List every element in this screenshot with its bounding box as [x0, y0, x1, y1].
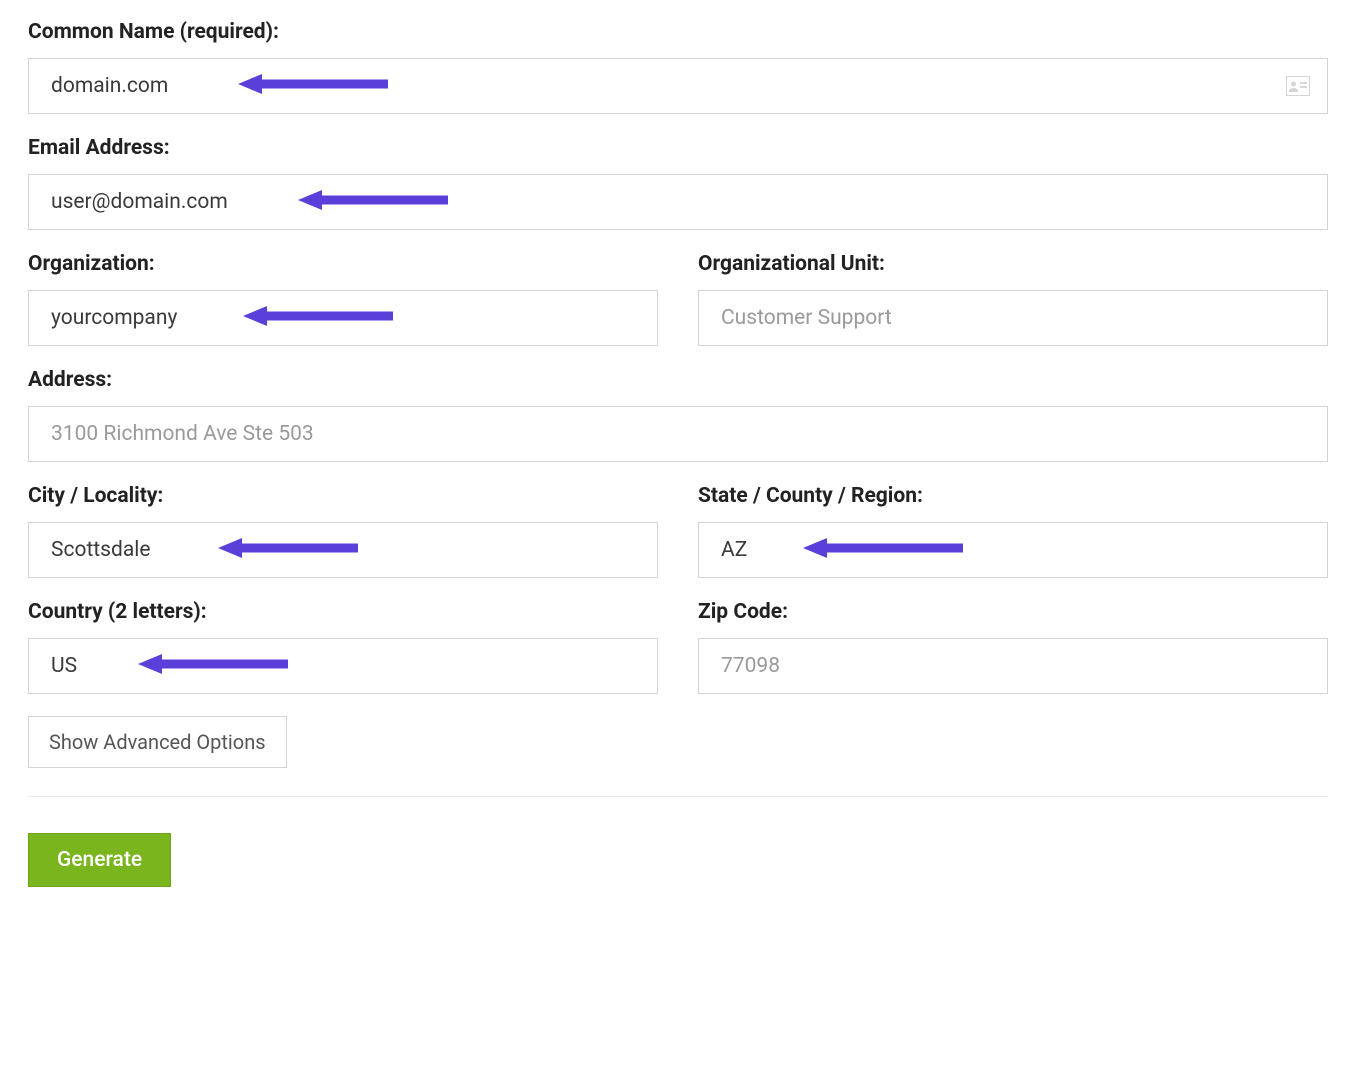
common-name-input[interactable]	[28, 58, 1328, 114]
state-label: State / County / Region:	[698, 484, 1328, 508]
organization-label: Organization:	[28, 252, 658, 276]
id-card-icon	[1286, 76, 1310, 96]
show-advanced-button[interactable]: Show Advanced Options	[28, 716, 287, 768]
address-label: Address:	[28, 368, 1328, 392]
org-unit-label: Organizational Unit:	[698, 252, 1328, 276]
city-input[interactable]	[28, 522, 658, 578]
common-name-label: Common Name (required):	[28, 20, 1328, 44]
email-input[interactable]	[28, 174, 1328, 230]
generate-button[interactable]: Generate	[28, 833, 171, 887]
divider	[28, 796, 1328, 797]
zip-input[interactable]	[698, 638, 1328, 694]
country-input[interactable]	[28, 638, 658, 694]
email-label: Email Address:	[28, 136, 1328, 160]
address-input[interactable]	[28, 406, 1328, 462]
state-input[interactable]	[698, 522, 1328, 578]
city-label: City / Locality:	[28, 484, 658, 508]
country-label: Country (2 letters):	[28, 600, 658, 624]
org-unit-input[interactable]	[698, 290, 1328, 346]
zip-label: Zip Code:	[698, 600, 1328, 624]
organization-input[interactable]	[28, 290, 658, 346]
